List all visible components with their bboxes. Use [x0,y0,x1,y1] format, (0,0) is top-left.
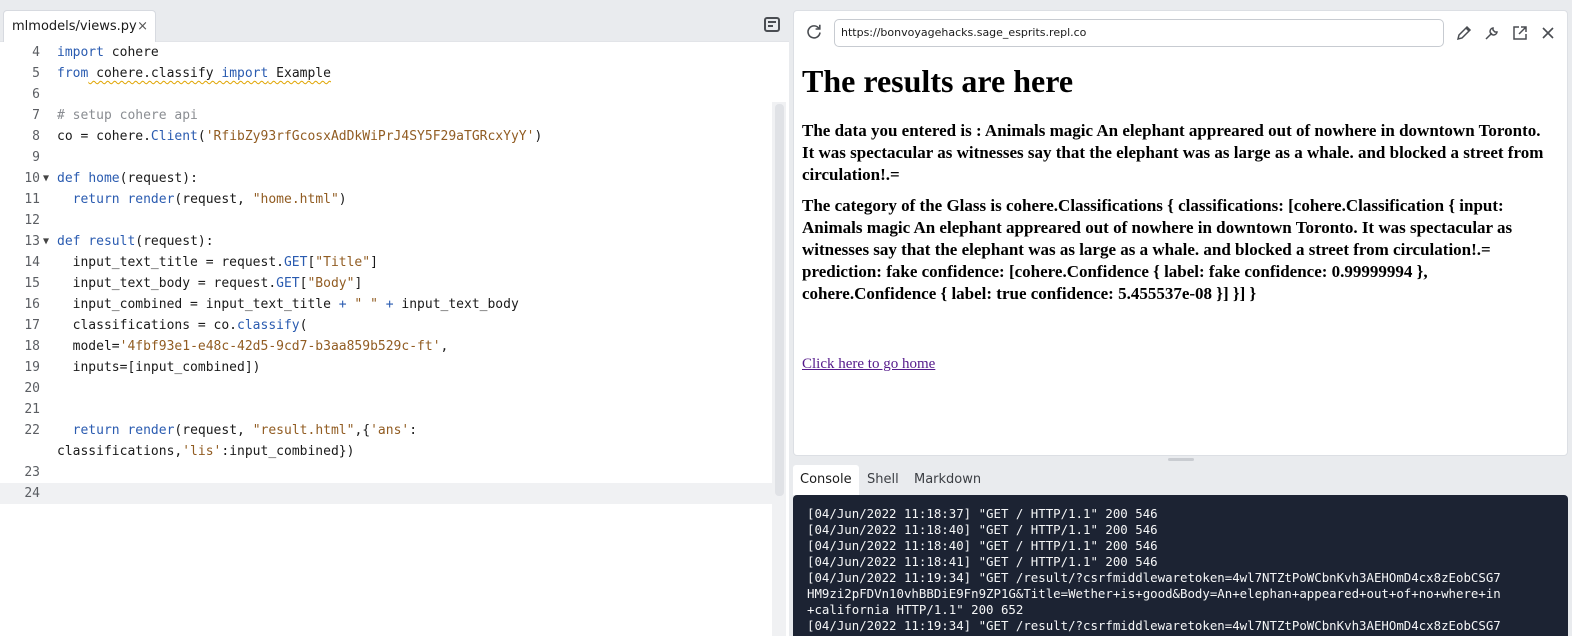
code-line[interactable]: 4 import cohere [0,42,772,63]
line-number: 18 [24,339,40,354]
code-text: model='4fbf93e1-e48c-42d5-9cd7-b3aa859b5… [57,339,449,354]
tab-console[interactable]: Console [793,465,859,495]
close-tab-icon[interactable]: × [137,19,148,34]
reload-icon[interactable] [805,23,823,41]
line-number: 4 [32,45,40,60]
code-line[interactable]: 22 return render(request, "result.html",… [0,420,772,462]
code-text: import cohere [57,45,159,60]
code-line[interactable]: 10 ▼ def home(request): [0,168,772,189]
line-number: 21 [24,402,40,417]
webview-pane: https://bonvoyagehacks.sage_esprits.repl… [793,10,1568,456]
line-number: 6 [32,87,40,102]
console-resize-handle[interactable] [1168,458,1194,461]
webview-toolbar: https://bonvoyagehacks.sage_esprits.repl… [794,11,1567,57]
file-tab-views-py[interactable]: mlmodels/views.py × [3,10,156,42]
line-number: 22 [24,423,40,438]
code-line[interactable]: 7 # setup cohere api [0,105,772,126]
file-tab-label: mlmodels/views.py [12,19,137,34]
editor-scrollbar-thumb[interactable] [775,104,784,496]
line-number: 12 [24,213,40,228]
code-line[interactable]: 15 input_text_body = request.GET["Body"] [0,273,772,294]
tab-markdown[interactable]: Markdown [907,465,988,495]
console-line: [04/Jun/2022 11:19:34] "GET /result/?csr… [807,570,1501,585]
code-text: def result(request): [57,234,214,249]
line-number: 14 [24,255,40,270]
code-text: input_text_title = request.GET["Title"] [57,255,378,270]
console-line: [04/Jun/2022 11:18:37] "GET / HTTP/1.1" … [807,506,1158,521]
line-number: 19 [24,360,40,375]
line-number: 15 [24,276,40,291]
line-number: 17 [24,318,40,333]
line-number: 16 [24,297,40,312]
code-line[interactable]: 14 input_text_title = request.GET["Title… [0,252,772,273]
code-text: classifications = co.classify( [57,318,308,333]
line-number: 9 [32,150,40,165]
code-line[interactable]: 17 classifications = co.classify( [0,315,772,336]
line-number: 8 [32,129,40,144]
devtools-wrench-icon[interactable] [1483,24,1501,42]
code-line[interactable]: 8 co = cohere.Client('RfibZy93rfGcosxAdDk… [0,126,772,147]
page-heading: The results are here [802,63,1074,99]
line-number: 5 [32,66,40,81]
code-text: from cohere.classify import Example [57,66,331,81]
tab-shell[interactable]: Shell [860,465,906,495]
code-line[interactable]: 11 return render(request, "home.html") [0,189,772,210]
pane-menu-icon[interactable] [764,17,780,32]
code-line[interactable]: 16 input_combined = input_text_title + "… [0,294,772,315]
editor-tab-bar: mlmodels/views.py × [0,0,789,42]
code-editor-pane: mlmodels/views.py × 4 import cohere 5 from … [0,0,789,636]
code-text: input_combined = input_text_title + " " … [57,297,519,312]
code-text: return render(request, "home.html") [72,192,347,207]
line-number: 20 [24,381,40,396]
console-output[interactable]: [04/Jun/2022 11:18:37] "GET / HTTP/1.1" … [793,495,1568,636]
console-line: [04/Jun/2022 11:19:34] "GET /result/?csr… [807,618,1501,633]
line-number: 23 [24,465,40,480]
line-number: 10 [24,171,40,186]
code-line[interactable]: 18 model='4fbf93e1-e48c-42d5-9cd7-b3aa85… [0,336,772,357]
code-line[interactable]: 21 [0,399,772,420]
console-line: +california HTTP/1.1" 200 652 [807,602,1024,617]
code-text: co = cohere.Client('RfibZy93rfGcosxAdDkW… [57,129,543,144]
console-tab-bar: Console Shell Markdown [793,465,1572,495]
code-line[interactable]: 23 [0,462,772,483]
go-home-link[interactable]: Click here to go home [802,356,1552,373]
fold-toggle-icon[interactable]: ▼ [43,168,49,189]
code-line[interactable]: 9 [0,147,772,168]
code-text: return render(request, "result.html",{'a… [72,423,418,438]
code-line[interactable]: 12 [0,210,772,231]
console-line: HM9zi2pFDVn10vhBBDiE9Fn9ZP1G&Title=Wethe… [807,586,1501,601]
code-line[interactable]: 5 from cohere.classify import Example [0,63,772,84]
code-text-wrapped: classifications,'lis':input_combined}) [57,444,355,459]
code-line[interactable]: 6 [0,84,772,105]
code-line[interactable]: 24 [0,483,772,504]
code-text: # setup cohere api [57,108,198,123]
close-webview-icon[interactable] [1539,24,1557,42]
console-line: [04/Jun/2022 11:18:40] "GET / HTTP/1.1" … [807,538,1158,553]
url-input[interactable]: https://bonvoyagehacks.sage_esprits.repl… [834,19,1444,47]
code-text: input_text_body = request.GET["Body"] [57,276,363,291]
line-number: 24 [24,486,40,501]
open-new-tab-icon[interactable] [1511,24,1529,42]
edit-pencil-icon[interactable] [1455,24,1473,42]
line-number: 13 [24,234,40,249]
console-line: [04/Jun/2022 11:18:40] "GET / HTTP/1.1" … [807,522,1158,537]
code-line[interactable]: 13 ▼ def result(request): [0,231,772,252]
code-line[interactable]: 19 inputs=[input_combined]) [0,357,772,378]
code-area[interactable]: 4 import cohere 5 from cohere.classify impo… [0,42,772,636]
code-text: inputs=[input_combined]) [57,360,261,375]
code-text: def home(request): [57,171,198,186]
fold-toggle-icon[interactable]: ▼ [43,231,49,252]
data-entered-paragraph: The data you entered is : Animals magic … [802,121,1544,184]
category-result-paragraph: The category of the Glass is cohere.Clas… [802,196,1513,303]
console-line: [04/Jun/2022 11:18:41] "GET / HTTP/1.1" … [807,554,1158,569]
line-number: 7 [32,108,40,123]
webview-page-content: The results are here The data you entere… [802,57,1552,373]
code-line[interactable]: 20 [0,378,772,399]
line-number: 11 [24,192,40,207]
